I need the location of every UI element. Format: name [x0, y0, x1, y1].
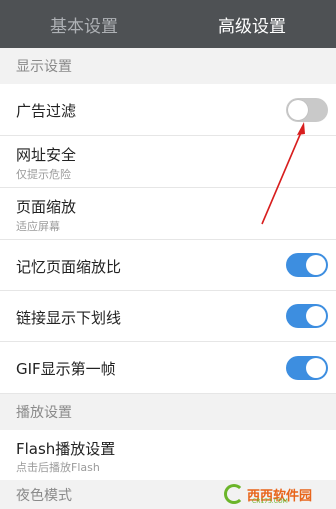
annotation-arrow [261, 122, 305, 225]
settings-screen: 基本设置 高级设置 显示设置 广告过滤 网址安全 仅提示危险 页面缩放 适应屏幕… [0, 0, 336, 509]
arrow-shaft [261, 129, 303, 225]
arrow-head [297, 122, 305, 135]
watermark-logo-icon [224, 484, 244, 504]
watermark-url: CR173.COM [252, 498, 288, 505]
site-watermark: 西西软件园 CR173.COM [224, 482, 334, 506]
